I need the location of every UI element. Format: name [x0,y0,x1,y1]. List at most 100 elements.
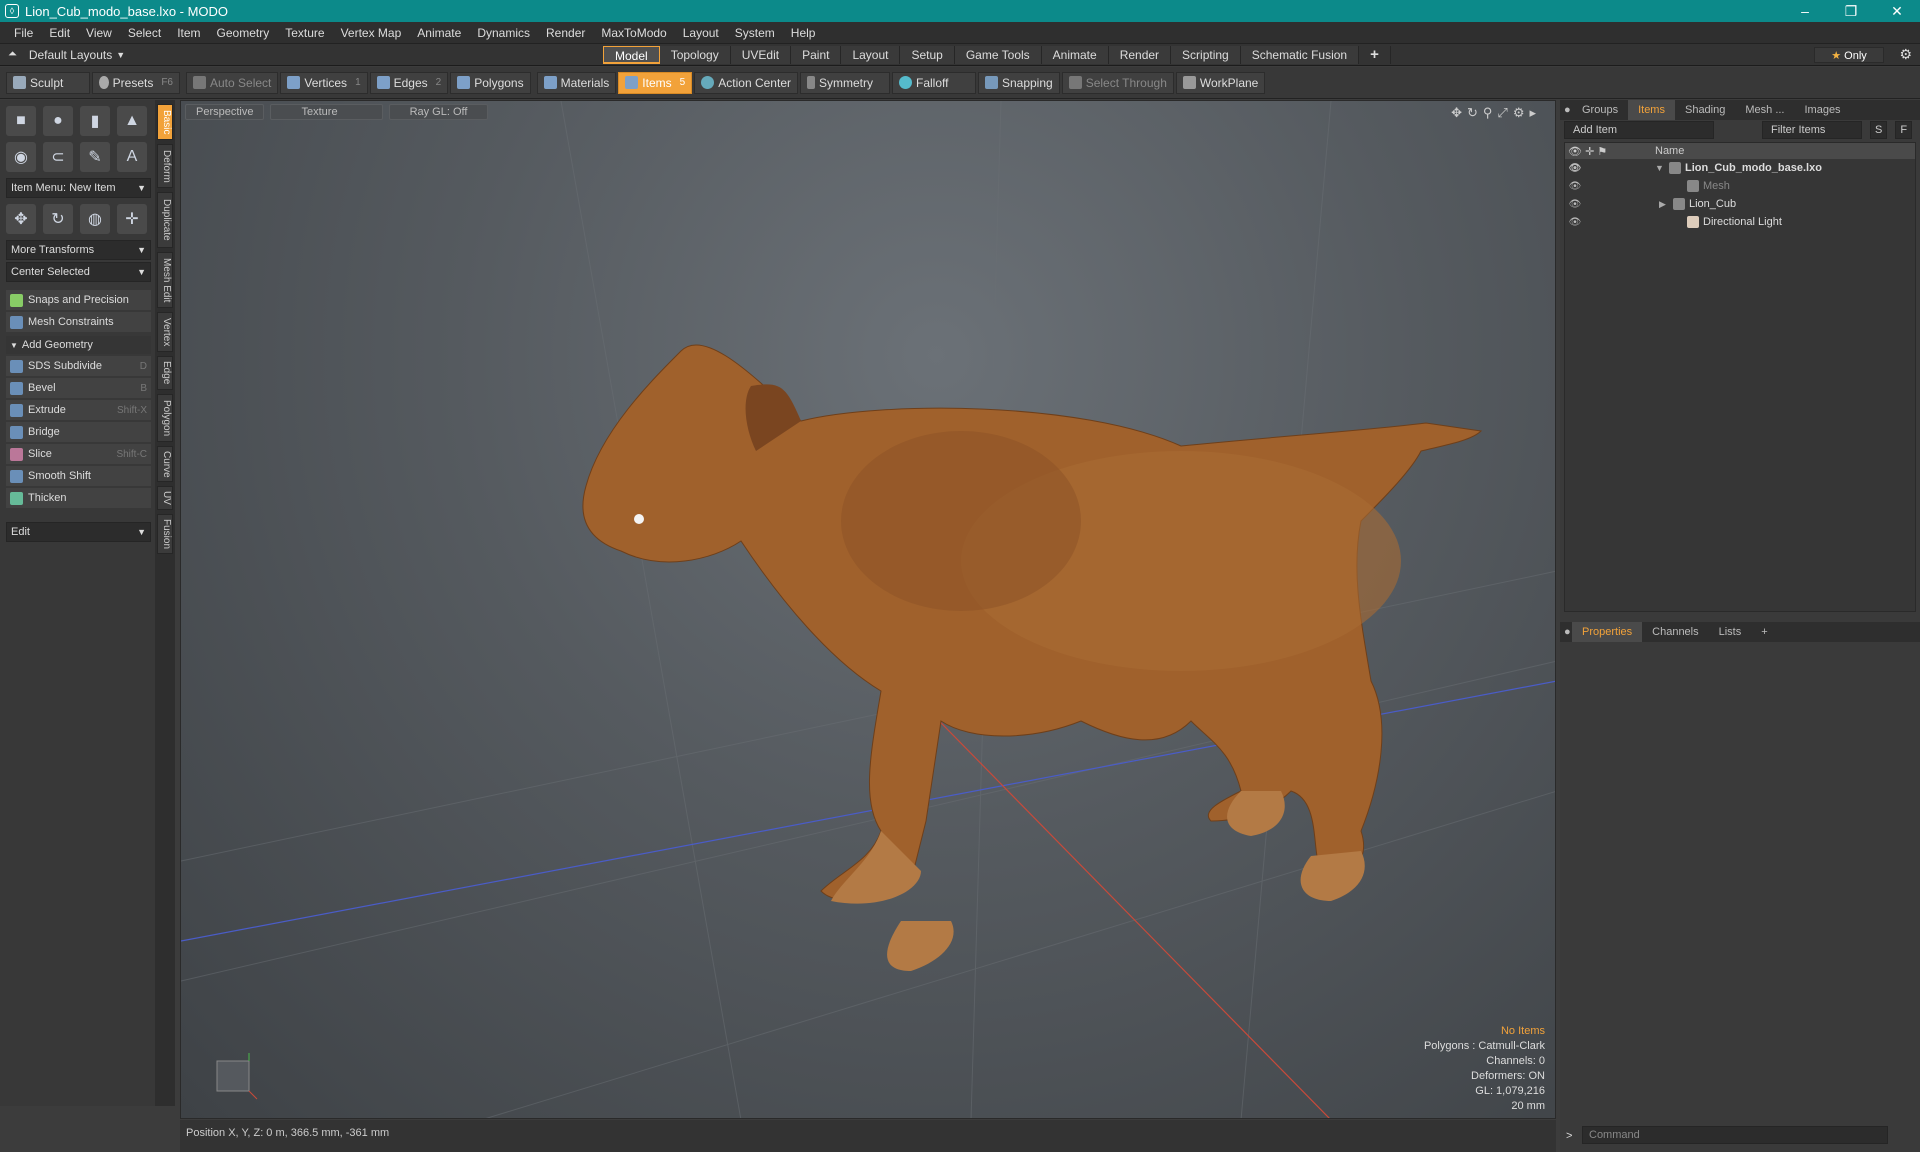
cube-icon[interactable]: ■ [6,106,36,136]
eye-icon[interactable]: 👁 [1565,217,1585,228]
workplane-button[interactable]: WorkPlane [1175,71,1266,94]
bevel-button[interactable]: Bevel B [6,378,151,398]
action-center-button[interactable]: Action Center [694,71,798,94]
bridge-button[interactable]: Bridge [6,422,151,442]
tab-schematic-fusion[interactable]: Schematic Fusion [1240,46,1360,64]
tab-render[interactable]: Render [1108,46,1172,64]
menu-edit[interactable]: Edit [41,26,78,40]
auto-select-button[interactable]: Auto Select [186,71,279,94]
eye-icon[interactable]: 👁 [1565,163,1585,174]
vtab-basic[interactable]: Basic [157,104,173,140]
eye-icon[interactable]: 👁 [1565,199,1585,210]
minimize-button[interactable]: – [1782,3,1828,20]
tab-topology[interactable]: Topology [659,46,731,64]
tab-items[interactable]: Items [1628,100,1675,120]
falloff-button[interactable]: Falloff [891,71,976,94]
menu-item[interactable]: Item [169,26,208,40]
maximize-button[interactable]: ❐ [1828,3,1874,20]
vtab-mesh-edit[interactable]: Mesh Edit [157,252,173,308]
vtab-edge[interactable]: Edge [157,356,173,390]
menu-layout[interactable]: Layout [675,26,727,40]
center-selected-dropdown[interactable]: Center Selected ▼ [6,262,151,282]
extrude-button[interactable]: Extrude Shift-X [6,400,151,420]
tab-uvedit[interactable]: UVEdit [730,46,792,64]
eye-icon[interactable]: 👁 [1565,181,1585,192]
tab-game-tools[interactable]: Game Tools [954,46,1042,64]
tab-groups[interactable]: Groups [1572,100,1628,120]
vtab-deform[interactable]: Deform [157,144,173,188]
symmetry-button[interactable]: Symmetry [799,71,890,94]
tab-paint[interactable]: Paint [791,46,842,64]
materials-button[interactable]: Materials [536,71,617,94]
tab-shading[interactable]: Shading [1675,100,1735,120]
menu-geometry[interactable]: Geometry [209,26,278,40]
vtab-vertex[interactable]: Vertex [157,312,173,352]
filter-items-input[interactable]: Filter Items [1762,121,1862,139]
menu-select[interactable]: Select [120,26,169,40]
menu-texture[interactable]: Texture [277,26,332,40]
smooth-shift-button[interactable]: Smooth Shift [6,466,151,486]
tab-channels[interactable]: Channels [1642,622,1708,642]
vtab-duplicate[interactable]: Duplicate [157,192,173,248]
sculpt-button[interactable]: Sculpt [6,71,90,94]
edges-button[interactable]: Edges 2 [369,71,449,94]
name-column-header[interactable]: Name [1655,145,1684,157]
menu-view[interactable]: View [78,26,120,40]
chevron-down-icon[interactable]: ▼ [1655,163,1669,173]
text-icon[interactable]: A [117,142,147,172]
ray-gl-tab[interactable]: Ray GL: Off [388,104,489,120]
menu-maxtomodo[interactable]: MaxToModo [593,26,674,40]
more-transforms-dropdown[interactable]: More Transforms ▼ [6,240,151,260]
vtab-fusion[interactable]: Fusion [157,514,173,554]
vertices-button[interactable]: Vertices 1 [280,71,368,94]
command-input[interactable]: Command [1582,1126,1888,1144]
item-menu-dropdown[interactable]: Item Menu: New Item ▼ [6,178,151,198]
tab-layout[interactable]: Layout [841,46,901,64]
3d-viewport[interactable]: Perspective Texture Ray GL: Off ✥↻⚲⤢⚙▸ N… [180,100,1556,1119]
menu-file[interactable]: File [6,26,41,40]
menu-vertex-map[interactable]: Vertex Map [333,26,410,40]
polygons-button[interactable]: Polygons [450,71,531,94]
layout-collapse-icon[interactable]: ⏶ [8,48,17,61]
slice-button[interactable]: Slice Shift-C [6,444,151,464]
f-button[interactable]: F [1895,121,1913,139]
snapping-button[interactable]: Snapping [977,71,1060,94]
snaps-precision-button[interactable]: Snaps and Precision [6,290,151,310]
default-layouts-dropdown[interactable]: Default Layouts [29,48,112,62]
menu-system[interactable]: System [727,26,783,40]
move-icon[interactable]: ✥ [6,204,36,234]
close-button[interactable]: ✕ [1874,3,1920,20]
menu-help[interactable]: Help [783,26,824,40]
gear-icon[interactable]: ⚙ [1899,46,1912,63]
tree-row-lion-cub[interactable]: 👁 ▶ Lion_Cub [1565,195,1915,213]
sphere-icon[interactable]: ● [43,106,73,136]
chevron-right-icon[interactable]: ▶ [1659,199,1673,210]
transform-icon[interactable]: ✛ [117,204,147,234]
menu-animate[interactable]: Animate [409,26,469,40]
select-through-button[interactable]: Select Through [1061,71,1174,94]
capsule-icon[interactable]: ⊂ [43,142,73,172]
tree-row-mesh[interactable]: 👁 Mesh [1565,177,1915,195]
tab-properties[interactable]: Properties [1572,622,1643,642]
sds-subdivide-button[interactable]: SDS Subdivide D [6,356,151,376]
viewport-nav-icons[interactable]: ✥↻⚲⤢⚙▸ [1451,105,1541,121]
tree-row-directional-light[interactable]: 👁 Directional Light [1565,213,1915,231]
tree-row-scene[interactable]: 👁 ▼ Lion_Cub_modo_base.lxo [1565,159,1915,177]
tab-model[interactable]: Model [603,46,660,64]
tab-lists[interactable]: Lists [1709,622,1752,642]
torus-icon[interactable]: ◉ [6,142,36,172]
add-tab-button[interactable]: + [1359,46,1391,64]
vtab-polygon[interactable]: Polygon [157,394,173,442]
panel-collapse-icon[interactable]: ● [1560,622,1572,642]
tab-setup[interactable]: Setup [900,46,955,64]
tab-mesh[interactable]: Mesh ... [1735,100,1794,120]
edit-dropdown[interactable]: Edit ▼ [6,522,151,542]
s-button[interactable]: S [1870,121,1888,139]
scale-icon[interactable]: ◍ [80,204,110,234]
tab-scripting[interactable]: Scripting [1171,46,1241,64]
add-tab-button[interactable]: + [1751,622,1777,642]
presets-button[interactable]: Presets F6 [92,71,180,94]
perspective-tab[interactable]: Perspective [185,104,265,120]
panel-collapse-icon[interactable]: ● [1560,100,1572,120]
only-button[interactable]: ★ Only [1814,47,1884,63]
